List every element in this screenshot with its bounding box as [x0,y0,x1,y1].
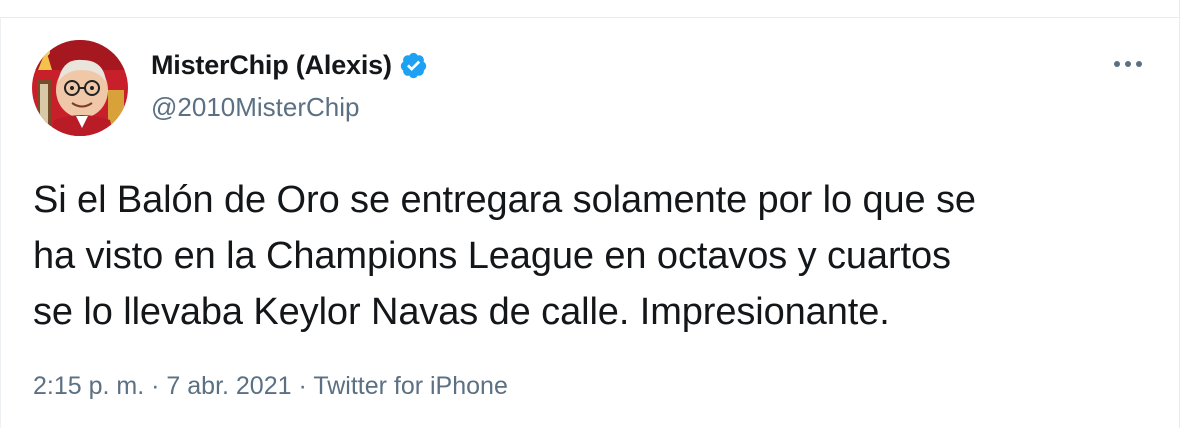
tweet-text-line: Si el Balón de Oro se entregara solament… [33,179,976,221]
tweet-card: MisterChip (Alexis) @2010MisterChip Si e… [0,0,1200,428]
verified-badge-icon [399,51,428,80]
right-divider [1179,0,1180,428]
tweet-date[interactable]: 7 abr. 2021 [166,372,291,400]
author-display-name[interactable]: MisterChip (Alexis) [151,50,392,81]
author-handle[interactable]: @2010MisterChip [151,92,359,123]
tweet-text-line: ha visto en la Champions League en octav… [33,235,951,277]
avatar-illustration-icon [32,40,128,136]
tweet-text: Si el Balón de Oro se entregara solament… [33,172,1163,340]
more-options-button[interactable] [1108,50,1148,78]
top-divider [0,17,1180,18]
avatar[interactable] [32,40,128,136]
meta-separator: · [298,372,307,400]
tweet-text-line: se lo llevaba Keylor Navas de calle. Imp… [33,291,890,333]
author-name-row[interactable]: MisterChip (Alexis) [151,50,428,81]
tweet-time[interactable]: 2:15 p. m. [33,372,144,400]
more-options-icon [1114,61,1142,67]
meta-separator: · [151,372,160,400]
left-divider [0,17,1,428]
tweet-metadata: 2:15 p. m. · 7 abr. 2021 · Twitter for i… [33,372,508,401]
tweet-source[interactable]: Twitter for iPhone [313,372,508,400]
